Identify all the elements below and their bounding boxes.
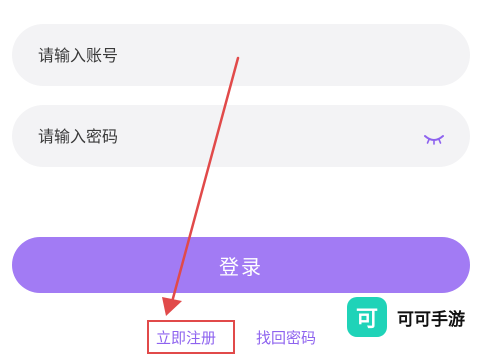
watermark-logo-icon: 可 [347,297,387,337]
watermark: 可 可可手游 [347,297,465,337]
login-page: 登录 立即注册 找回密码 可 可可手游 [0,0,480,357]
watermark-brand-text: 可可手游 [397,309,465,330]
register-link[interactable]: 立即注册 [156,327,216,348]
account-input[interactable] [38,45,398,65]
account-field[interactable] [12,24,470,86]
password-field[interactable] [12,105,470,167]
eye-closed-icon[interactable] [424,130,444,145]
password-input[interactable] [38,126,398,146]
recover-password-link[interactable]: 找回密码 [256,327,316,348]
login-button[interactable]: 登录 [12,237,470,293]
